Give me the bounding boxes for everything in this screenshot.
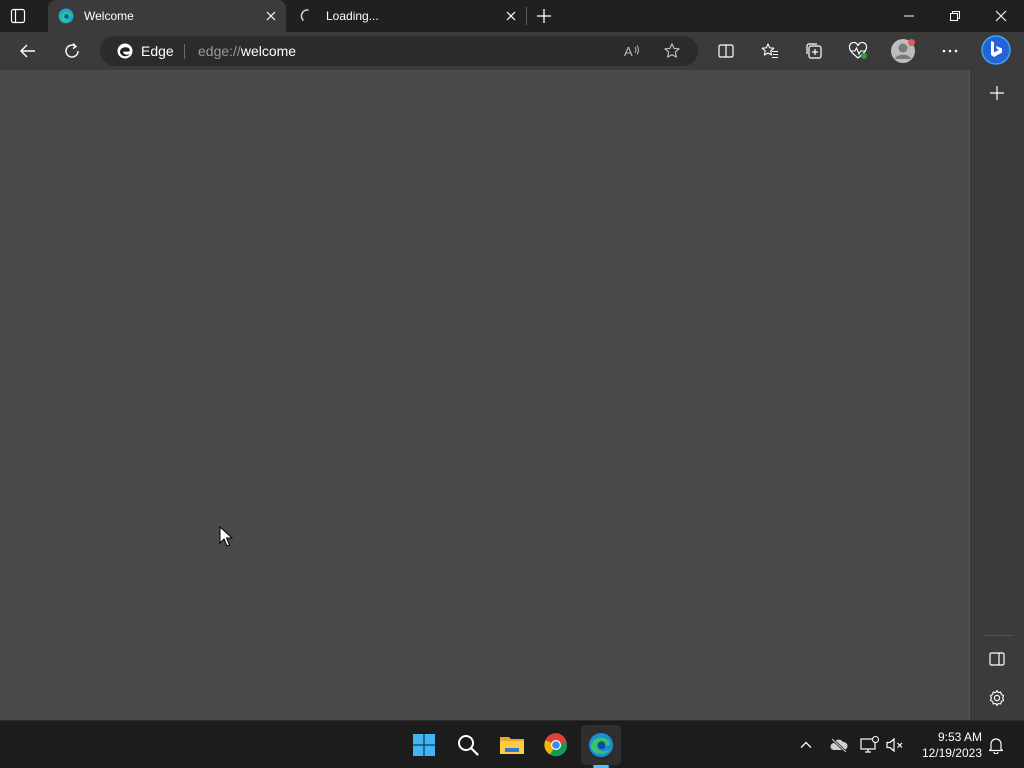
new-tab-icon[interactable] bbox=[535, 7, 553, 25]
profile-avatar[interactable] bbox=[890, 38, 916, 64]
edge-logo-icon bbox=[58, 8, 74, 24]
windows-taskbar: 9:53 AM 12/19/2023 bbox=[0, 720, 1024, 768]
mouse-pointer-icon bbox=[219, 526, 233, 548]
tab-title: Loading... bbox=[326, 9, 379, 23]
tab-actions-icon[interactable] bbox=[10, 8, 26, 24]
collections-icon[interactable] bbox=[804, 41, 824, 61]
hide-sidebar-icon[interactable] bbox=[988, 650, 1006, 668]
restore-button[interactable] bbox=[932, 0, 978, 32]
show-hidden-icons-chevron-icon[interactable] bbox=[796, 735, 816, 755]
favorite-star-icon[interactable] bbox=[662, 41, 682, 61]
sidebar-settings-gear-icon[interactable] bbox=[988, 689, 1006, 707]
page-content bbox=[0, 70, 969, 720]
site-info-label: Edge bbox=[141, 43, 174, 59]
back-arrow-icon[interactable] bbox=[18, 41, 38, 61]
loading-spinner-icon bbox=[300, 8, 316, 24]
edge-icon[interactable] bbox=[581, 725, 621, 765]
add-sidebar-app-icon[interactable] bbox=[987, 83, 1007, 103]
address-divider bbox=[184, 44, 185, 59]
onedrive-offline-icon[interactable] bbox=[828, 735, 850, 755]
title-bar: Welcome Loading... bbox=[0, 0, 1024, 32]
windows-start-icon[interactable] bbox=[404, 725, 444, 765]
file-explorer-icon[interactable] bbox=[492, 725, 532, 765]
search-icon[interactable] bbox=[448, 725, 488, 765]
address-bar[interactable]: Edge edge://welcome A bbox=[100, 36, 698, 66]
tab-title: Welcome bbox=[84, 9, 134, 23]
favorites-icon[interactable] bbox=[760, 41, 780, 61]
read-aloud-icon[interactable]: A bbox=[622, 41, 642, 61]
url-text[interactable]: edge://welcome bbox=[198, 43, 296, 59]
edge-logo-icon bbox=[117, 43, 133, 59]
system-clock[interactable]: 9:53 AM 12/19/2023 bbox=[914, 729, 982, 761]
browser-essentials-icon[interactable] bbox=[848, 41, 868, 61]
clock-time: 9:53 AM bbox=[937, 730, 982, 744]
volume-muted-icon[interactable] bbox=[885, 735, 905, 755]
edge-sidebar bbox=[969, 70, 1024, 720]
refresh-icon[interactable] bbox=[62, 41, 82, 61]
bing-copilot-icon[interactable] bbox=[981, 35, 1011, 65]
chrome-icon[interactable] bbox=[536, 725, 576, 765]
settings-and-more-icon[interactable] bbox=[940, 41, 960, 61]
tab-welcome[interactable]: Welcome bbox=[48, 0, 286, 32]
tab-loading[interactable]: Loading... bbox=[290, 0, 526, 32]
close-tab-icon[interactable] bbox=[504, 9, 518, 23]
browser-toolbar: Edge edge://welcome A bbox=[0, 32, 1024, 70]
url-host: welcome bbox=[240, 43, 297, 59]
sidebar-divider bbox=[984, 635, 1012, 636]
network-disconnected-icon[interactable] bbox=[859, 735, 879, 755]
url-scheme: edge:// bbox=[198, 43, 241, 59]
close-window-button[interactable] bbox=[978, 0, 1024, 32]
minimize-button[interactable] bbox=[886, 0, 932, 32]
close-tab-icon[interactable] bbox=[264, 9, 278, 23]
tab-divider bbox=[526, 7, 527, 25]
notification-bell-icon[interactable] bbox=[986, 735, 1006, 755]
split-screen-icon[interactable] bbox=[716, 41, 736, 61]
clock-date: 12/19/2023 bbox=[921, 746, 982, 760]
svg-text:A: A bbox=[624, 44, 633, 59]
